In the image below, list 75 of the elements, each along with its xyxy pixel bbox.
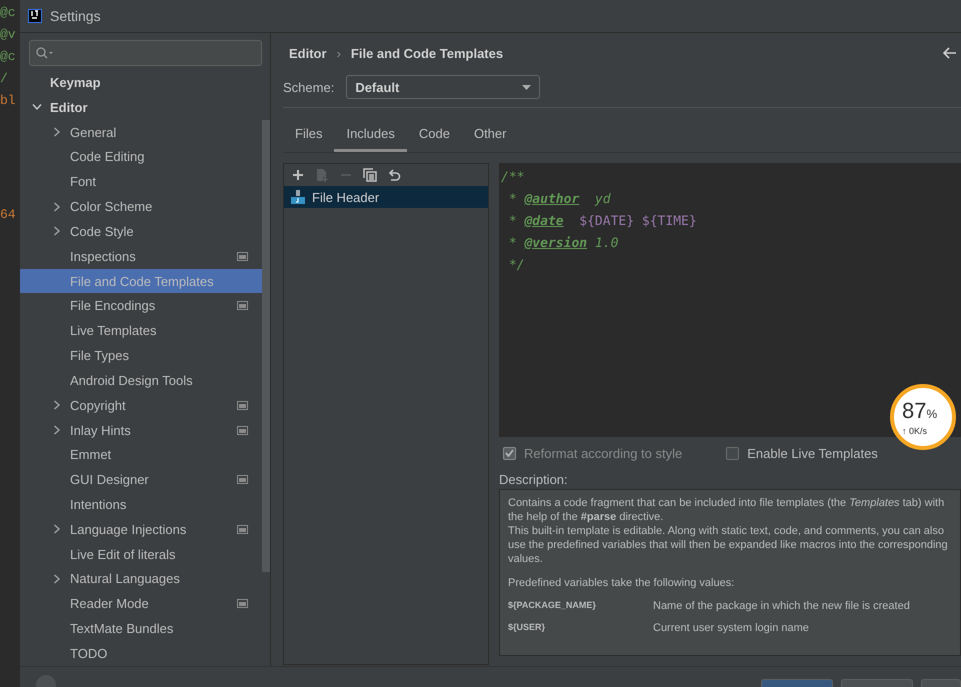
scrollbar-thumb[interactable] bbox=[262, 120, 270, 572]
settings-tree-item[interactable]: File Encodings bbox=[20, 293, 262, 318]
chevron-icon[interactable] bbox=[52, 574, 62, 584]
settings-tree-item[interactable]: Inspections bbox=[20, 244, 262, 269]
chevron-icon[interactable] bbox=[52, 524, 62, 534]
settings-tree-item[interactable]: Natural Languages bbox=[20, 566, 262, 592]
description-label: Description: bbox=[499, 470, 568, 489]
tab[interactable]: Other bbox=[462, 120, 518, 152]
settings-tree-item[interactable]: File Types bbox=[20, 343, 262, 368]
chevron-icon[interactable] bbox=[32, 102, 42, 112]
dropdown-arrow-icon bbox=[522, 84, 532, 90]
description-text: Predefined variables take the following values: bbox=[508, 576, 736, 590]
chevron-icon[interactable] bbox=[52, 226, 62, 236]
chevron-icon[interactable] bbox=[52, 425, 62, 435]
chevron-icon[interactable] bbox=[52, 127, 62, 138]
add-icon[interactable] bbox=[290, 167, 306, 183]
settings-tree-item[interactable]: Editor bbox=[20, 94, 262, 120]
tab[interactable]: Code bbox=[406, 120, 462, 152]
settings-tree-item[interactable]: Keymap bbox=[20, 70, 262, 95]
back-arrow-icon[interactable] bbox=[943, 47, 957, 59]
settings-tree-item[interactable]: Intentions bbox=[20, 492, 262, 517]
settings-tree-item[interactable]: General bbox=[20, 120, 262, 144]
code-line: * @author yd bbox=[508, 191, 612, 209]
settings-tree-item[interactable]: Reader Mode bbox=[20, 591, 262, 616]
background-code-text: / bbox=[0, 70, 8, 88]
settings-tree-item[interactable]: Code Editing bbox=[20, 144, 262, 170]
code-line: * @version 1.0 bbox=[508, 235, 620, 253]
settings-tree-item[interactable]: Android Design Tools bbox=[20, 368, 262, 393]
search-field[interactable] bbox=[29, 40, 262, 66]
tab[interactable]: Files bbox=[283, 120, 334, 152]
variable-description: Current user system login name bbox=[653, 622, 809, 634]
code-line: */ bbox=[508, 257, 526, 275]
settings-tree-item[interactable]: Live Edit of literals bbox=[20, 542, 262, 567]
breadcrumb-item: Editor bbox=[289, 46, 327, 60]
variable-name: ${USER} bbox=[508, 622, 546, 634]
check-icon bbox=[505, 449, 514, 457]
variable-description: Name of the package in which the new file is created bbox=[653, 600, 910, 612]
description-text: Contains a code fragment that can be included into file templates (the Templates tab) with the help of the #parse directive. This built-in template is editable. Along with static text, code, and comments, you can also use the predefined variables that will then be expanded like macros into the corresponding values. bbox=[508, 496, 949, 566]
code-line: /** bbox=[500, 169, 526, 187]
variable-name: ${PACKAGE_NAME} bbox=[508, 600, 597, 612]
settings-tree-item[interactable]: Inlay Hints bbox=[20, 418, 262, 442]
file-template-icon bbox=[290, 189, 306, 205]
settings-tree-item[interactable]: TODO bbox=[20, 641, 262, 666]
speed-widget-rate: ↑ 0K/s bbox=[902, 426, 928, 436]
window-title: Settings bbox=[50, 8, 101, 24]
breadcrumb-separator-icon: › bbox=[336, 46, 341, 60]
search-icon bbox=[36, 47, 54, 59]
speed-widget-percent: 87% bbox=[902, 398, 938, 424]
background-code-text: 64 bbox=[0, 206, 16, 224]
tab[interactable]: Includes bbox=[334, 120, 407, 152]
settings-tree-item[interactable]: Live Templates bbox=[20, 318, 262, 344]
template-list-item[interactable]: File Header bbox=[284, 186, 488, 208]
settings-tree-item[interactable]: Copyright bbox=[20, 392, 262, 418]
settings-tree-item[interactable]: Code Style bbox=[20, 218, 262, 244]
settings-tree-item[interactable]: TextMate Bundles bbox=[20, 616, 262, 642]
settings-tree-item[interactable]: Language Injections bbox=[20, 516, 262, 542]
background-code-text: @c bbox=[0, 48, 16, 66]
chevron-icon[interactable] bbox=[52, 202, 62, 212]
app-logo-icon bbox=[28, 9, 42, 23]
reset-icon[interactable] bbox=[386, 167, 402, 183]
settings-tree-item[interactable]: Emmet bbox=[20, 442, 262, 468]
background-code-text: @c bbox=[0, 4, 16, 22]
settings-tree-item[interactable]: Font bbox=[20, 169, 262, 194]
settings-tree-item[interactable]: Color Scheme bbox=[20, 194, 262, 219]
copy-icon[interactable] bbox=[362, 167, 378, 183]
checkbox[interactable] bbox=[726, 446, 740, 460]
scheme-label: Scheme: bbox=[283, 80, 334, 94]
code-line: * @date ${DATE} ${TIME} bbox=[508, 213, 698, 231]
breadcrumb-item: File and Code Templates bbox=[350, 46, 504, 60]
settings-tree-item[interactable]: GUI Designer bbox=[20, 467, 262, 492]
scheme-dropdown[interactable]: Default bbox=[346, 75, 540, 99]
background-code-text: @v bbox=[0, 26, 16, 44]
background-code-text: bl bbox=[0, 92, 16, 110]
option-label[interactable]: Enable Live Templates bbox=[747, 446, 878, 460]
chevron-icon[interactable] bbox=[52, 400, 62, 410]
